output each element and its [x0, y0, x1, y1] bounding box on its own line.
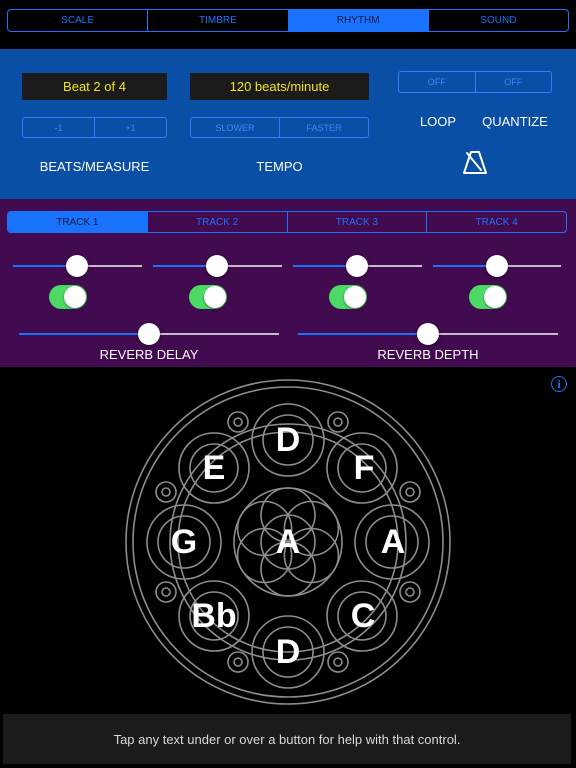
tempo-slower-button[interactable]: SLOWER — [191, 118, 280, 137]
beats-measure-label[interactable]: BEATS/MEASURE — [22, 159, 167, 174]
loop-toggle-button[interactable]: OFF — [399, 72, 476, 92]
beats-stepper: -1 +1 — [22, 117, 167, 138]
top-bar: SCALE TIMBRE RHYTHM SOUND — [0, 0, 576, 48]
reverb-delay-label[interactable]: REVERB DELAY — [19, 347, 279, 362]
track-1-enable-toggle[interactable] — [49, 285, 87, 309]
loop-label[interactable]: LOOP — [408, 114, 468, 129]
loop-quantize-toggles: OFF OFF — [398, 71, 552, 93]
slider-thumb[interactable] — [417, 323, 439, 345]
quantize-label[interactable]: QUANTIZE — [476, 114, 554, 129]
note-center[interactable]: A — [276, 523, 301, 561]
note-bottom[interactable]: D — [276, 633, 301, 671]
help-text: Tap any text under or over a button for … — [113, 731, 461, 747]
rhythm-settings-panel: Beat 2 of 4 -1 +1 BEATS/MEASURE 120 beat… — [0, 49, 576, 199]
slider-thumb[interactable] — [346, 255, 368, 277]
tab-track-1[interactable]: TRACK 1 — [8, 212, 148, 232]
tempo-faster-button[interactable]: FASTER — [280, 118, 368, 137]
metronome-icon[interactable] — [462, 149, 488, 175]
note-left[interactable]: G — [171, 523, 197, 561]
info-icon[interactable]: i — [551, 376, 567, 392]
help-bar: Tap any text under or over a button for … — [3, 714, 571, 764]
beats-minus-button[interactable]: -1 — [23, 118, 95, 137]
track-4-enable-toggle[interactable] — [469, 285, 507, 309]
quantize-toggle-button[interactable]: OFF — [476, 72, 552, 92]
handpan-drum: A D F A C D Bb G E — [125, 379, 451, 705]
track-tabs: TRACK 1 TRACK 2 TRACK 3 TRACK 4 — [7, 211, 567, 233]
note-upper-left[interactable]: E — [203, 449, 226, 487]
note-top[interactable]: D — [276, 421, 301, 459]
slider-thumb[interactable] — [206, 255, 228, 277]
tab-sound[interactable]: SOUND — [429, 10, 568, 31]
track-2-enable-toggle[interactable] — [189, 285, 227, 309]
reverb-depth-label[interactable]: REVERB DEPTH — [298, 347, 558, 362]
slider-thumb[interactable] — [138, 323, 160, 345]
beats-plus-button[interactable]: +1 — [95, 118, 166, 137]
note-right[interactable]: A — [381, 523, 406, 561]
track-3-enable-toggle[interactable] — [329, 285, 367, 309]
slider-thumb[interactable] — [486, 255, 508, 277]
note-lower-right[interactable]: C — [351, 597, 376, 635]
tab-rhythm[interactable]: RHYTHM — [288, 10, 429, 31]
tempo-display: 120 beats/minute — [190, 73, 369, 100]
mode-tabs: SCALE TIMBRE RHYTHM SOUND — [7, 9, 569, 32]
tab-track-4[interactable]: TRACK 4 — [427, 212, 566, 232]
tab-scale[interactable]: SCALE — [8, 10, 149, 31]
tab-timbre[interactable]: TIMBRE — [148, 10, 289, 31]
note-lower-left[interactable]: Bb — [191, 597, 236, 635]
tempo-label[interactable]: TEMPO — [190, 159, 369, 174]
tracks-panel: TRACK 1 TRACK 2 TRACK 3 TRACK 4 REVERB D… — [0, 199, 576, 367]
tempo-stepper: SLOWER FASTER — [190, 117, 369, 138]
tab-track-2[interactable]: TRACK 2 — [148, 212, 288, 232]
tab-track-3[interactable]: TRACK 3 — [288, 212, 428, 232]
beat-display: Beat 2 of 4 — [22, 73, 167, 100]
note-upper-right[interactable]: F — [354, 449, 375, 487]
slider-thumb[interactable] — [66, 255, 88, 277]
